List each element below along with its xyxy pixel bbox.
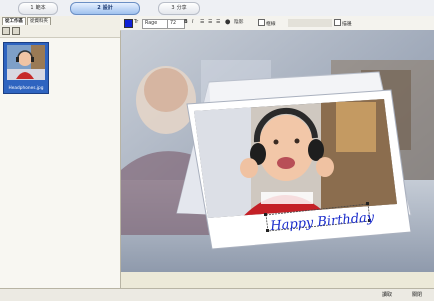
- thumbnail-filename: Headphones.jpg: [8, 86, 44, 91]
- thumbnail-list: Headphones.jpg: [0, 37, 120, 289]
- tab-folder[interactable]: 從資料夾: [27, 17, 51, 25]
- text-toolbar: Tr Rage 72 B I ☰ ☰ ☰ ⬤ 陰影 框線 描邊: [120, 16, 434, 31]
- view-icon[interactable]: [12, 27, 20, 35]
- design-canvas[interactable]: Happy Birthday: [121, 30, 434, 272]
- photo-thumbnail[interactable]: Headphones.jpg: [3, 42, 49, 94]
- border-style-select[interactable]: [288, 19, 332, 27]
- step-number: 2: [97, 5, 101, 11]
- font-prefix: Tr: [134, 20, 139, 25]
- font-size-select[interactable]: 72: [167, 19, 185, 29]
- outline-label: 描邊: [342, 22, 352, 27]
- tab-workspace[interactable]: 從工作區: [2, 17, 26, 25]
- next-button[interactable]: 關閉: [408, 291, 426, 299]
- shadow-label: 陰影: [234, 20, 244, 25]
- border-checkbox[interactable]: [258, 19, 265, 26]
- align-center-icon[interactable]: ☰: [208, 19, 212, 27]
- outline-checkbox[interactable]: [334, 19, 341, 26]
- step-label: 分享: [176, 5, 187, 11]
- step-share-button[interactable]: 3 分享: [158, 2, 200, 15]
- media-panel: 從工作區 從資料夾 Headphones.jpg: [0, 16, 121, 289]
- border-label: 框線: [266, 22, 276, 27]
- text-color-swatch[interactable]: [124, 19, 133, 28]
- step-template-button[interactable]: 1 範本: [18, 2, 58, 15]
- bold-button[interactable]: B: [184, 19, 188, 27]
- align-left-icon[interactable]: ☰: [200, 19, 204, 27]
- align-right-icon[interactable]: ☰: [216, 19, 220, 27]
- back-button[interactable]: 讀取: [378, 291, 396, 299]
- bottom-bar: 讀取 關閉: [0, 288, 434, 301]
- step-bar: 1 範本 2 設計 3 分享: [0, 0, 434, 17]
- font-family-select[interactable]: Rage: [142, 19, 170, 29]
- sort-icon[interactable]: [2, 27, 10, 35]
- italic-button[interactable]: I: [192, 19, 193, 27]
- outline-toggle[interactable]: 描邊: [334, 19, 352, 27]
- step-number: 1: [30, 5, 34, 11]
- source-tabs: 從工作區 從資料夾: [2, 17, 52, 25]
- card-preview: Happy Birthday: [121, 30, 434, 272]
- panel-tool-row: [2, 27, 22, 35]
- shadow-color-icon[interactable]: ⬤: [225, 19, 230, 27]
- thumbnail-image: [7, 45, 45, 80]
- step-label: 範本: [35, 5, 46, 11]
- step-design-button[interactable]: 2 設計: [70, 2, 140, 15]
- step-label: 設計: [102, 5, 113, 11]
- step-number: 3: [171, 5, 175, 11]
- border-toggle[interactable]: 框線: [258, 19, 276, 27]
